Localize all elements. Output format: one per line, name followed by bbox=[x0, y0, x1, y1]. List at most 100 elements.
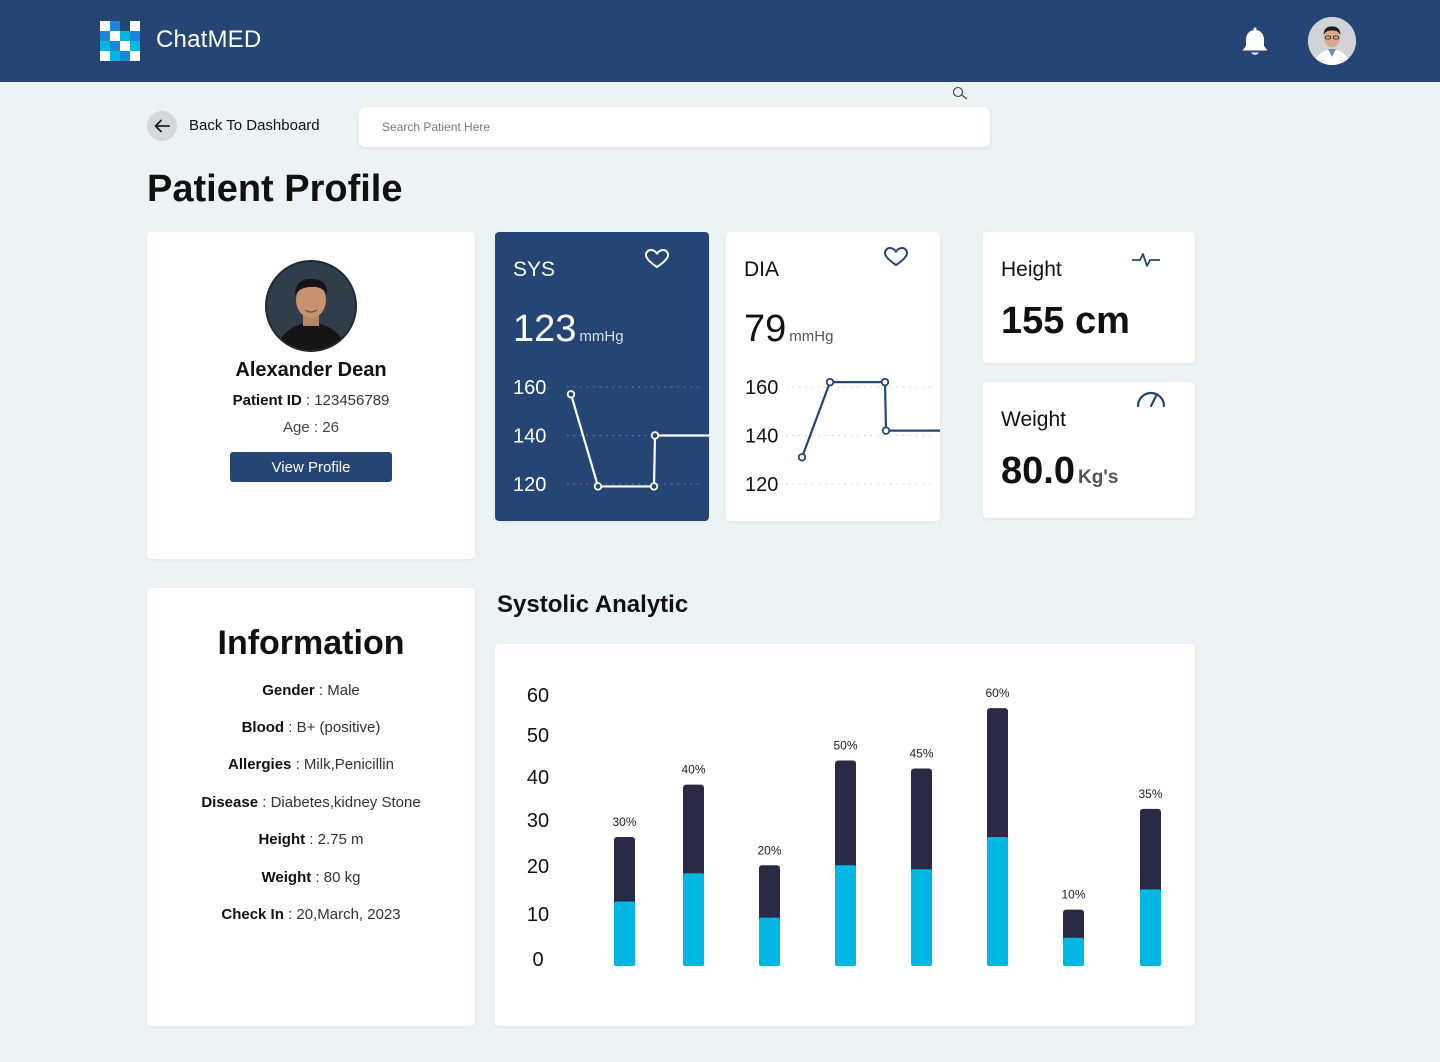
mini-chart-line bbox=[569, 393, 709, 488]
info-key: Weight bbox=[261, 869, 312, 886]
heart-icon bbox=[644, 248, 670, 269]
bar-data-label: 30% bbox=[612, 815, 636, 829]
bar-upper-segment bbox=[835, 760, 856, 870]
weight-value-number: 80.0 bbox=[1001, 450, 1075, 492]
pulse-icon bbox=[1132, 253, 1160, 267]
bar-data-label: 20% bbox=[757, 843, 781, 857]
bar-lower-segment bbox=[835, 865, 856, 966]
gauge-icon bbox=[1136, 391, 1166, 408]
info-key: Gender bbox=[262, 682, 315, 699]
info-value: 2.75 m bbox=[317, 831, 364, 848]
info-row-allergies: Allergies : Milk,Penicillin bbox=[228, 756, 394, 773]
info-row-height: Height : 2.75 m bbox=[258, 831, 364, 848]
info-value: Male bbox=[327, 682, 360, 699]
mini-chart-point bbox=[825, 377, 835, 387]
information-title: Information bbox=[217, 624, 405, 662]
y-tick-label: 20 bbox=[527, 856, 549, 878]
systolic-analytic-title: Systolic Analytic bbox=[497, 591, 689, 618]
bar-upper-segment bbox=[759, 865, 780, 922]
user-avatar[interactable] bbox=[1308, 17, 1356, 65]
patient-avatar-image bbox=[267, 262, 355, 350]
bell-icon[interactable] bbox=[1238, 26, 1272, 60]
weight-label: Weight bbox=[1001, 408, 1066, 431]
mini-chart-tick-label: 120 bbox=[745, 474, 778, 496]
weight-card: Weight 80.0 Kg's bbox=[983, 382, 1195, 518]
dia-card: DIA 79 mmHg 160 140 120 bbox=[726, 232, 940, 521]
height-card: Height 155 cm bbox=[983, 232, 1195, 363]
profile-card: Alexander Dean Patient ID : 123456789 Ag… bbox=[147, 232, 475, 559]
info-value: Diabetes,kidney Stone bbox=[270, 794, 421, 811]
mini-chart-tick-label: 160 bbox=[745, 377, 778, 399]
information-card: Information Gender : Male Blood : B+ (po… bbox=[147, 588, 475, 1026]
bar-lower-segment bbox=[911, 869, 932, 966]
patient-age-key: Age bbox=[283, 419, 310, 436]
weight-value: 80.0 Kg's bbox=[1001, 450, 1118, 493]
sys-value-number: 123 bbox=[513, 308, 577, 350]
mini-chart-point bbox=[650, 431, 660, 440]
patient-name: Alexander Dean bbox=[235, 359, 387, 381]
page-title: Patient Profile bbox=[147, 168, 403, 210]
patient-id-key: Patient ID bbox=[232, 392, 302, 409]
heart-icon bbox=[883, 246, 909, 267]
bar-data-label: 50% bbox=[833, 738, 857, 752]
bar-lower-segment bbox=[1063, 937, 1084, 966]
patient-age: Age : 26 bbox=[283, 419, 339, 436]
dia-value: 79 mmHg bbox=[744, 308, 833, 351]
info-key: Blood bbox=[241, 719, 285, 736]
top-bar: ChatMED bbox=[0, 0, 1440, 82]
brand-name: ChatMED bbox=[156, 26, 262, 53]
dia-label: DIA bbox=[744, 258, 780, 281]
mini-chart-point bbox=[797, 453, 807, 462]
bar-data-label: 35% bbox=[1138, 787, 1162, 801]
info-row-disease: Disease : Diabetes,kidney Stone bbox=[201, 794, 421, 811]
y-tick-label: 40 bbox=[527, 767, 549, 789]
back-to-dashboard-link[interactable]: Back To Dashboard bbox=[189, 117, 320, 134]
mini-chart-point bbox=[881, 426, 891, 435]
search-input[interactable] bbox=[359, 107, 990, 147]
info-value: 20,March, 2023 bbox=[296, 906, 401, 923]
sys-label: SYS bbox=[513, 258, 556, 281]
back-button[interactable] bbox=[147, 111, 177, 141]
bar-upper-segment bbox=[1140, 808, 1161, 894]
mini-chart-point bbox=[649, 482, 659, 491]
dia-mini-chart: 160 140 120 bbox=[745, 377, 940, 496]
bar-upper-segment bbox=[683, 784, 704, 878]
user-avatar-image bbox=[1308, 17, 1356, 65]
bar-lower-segment bbox=[987, 837, 1008, 966]
bar-data-label: 40% bbox=[681, 763, 705, 777]
search-icon[interactable] bbox=[951, 86, 971, 102]
mini-chart-tick-label: 140 bbox=[513, 426, 546, 448]
sys-card: SYS 123 mmHg 160 140 120 bbox=[495, 232, 709, 521]
info-key: Allergies bbox=[228, 756, 292, 773]
bar-upper-segment bbox=[1063, 909, 1084, 942]
y-tick-label: 60 bbox=[527, 685, 549, 707]
height-value: 155 cm bbox=[1001, 300, 1130, 342]
bar-lower-segment bbox=[614, 901, 635, 966]
y-tick-label: 50 bbox=[527, 725, 549, 747]
view-profile-button[interactable]: View Profile bbox=[230, 452, 392, 482]
y-tick-label: 0 bbox=[532, 949, 543, 971]
mini-chart-tick-label: 160 bbox=[513, 377, 546, 399]
info-value: 80 kg bbox=[323, 869, 361, 886]
systolic-analytic-card: 60 50 40 30 20 10 0 30% 40% 20% 50% 45% 60% 10% 35% bbox=[495, 644, 1195, 1026]
arrow-left-icon bbox=[154, 119, 170, 133]
mini-chart-tick-label: 120 bbox=[513, 474, 546, 496]
info-row-check-in: Check In : 20,March, 2023 bbox=[221, 906, 401, 923]
logo-icon[interactable] bbox=[100, 21, 140, 61]
mini-chart-line bbox=[800, 381, 940, 458]
info-key: Height bbox=[258, 831, 306, 848]
y-tick-label: 10 bbox=[527, 904, 549, 926]
y-tick-label: 30 bbox=[527, 810, 549, 832]
sys-value: 123 mmHg bbox=[513, 308, 624, 351]
bar-data-label: 60% bbox=[985, 686, 1009, 700]
sys-unit: mmHg bbox=[579, 328, 624, 345]
info-row-weight: Weight : 80 kg bbox=[261, 869, 361, 886]
bar-data-label: 10% bbox=[1061, 888, 1085, 902]
mini-chart-point bbox=[566, 390, 576, 399]
bar-lower-segment bbox=[683, 873, 704, 966]
info-row-blood: Blood : B+ (positive) bbox=[241, 719, 381, 736]
bar-data-label: 45% bbox=[909, 747, 933, 761]
info-row-gender: Gender : Male bbox=[262, 682, 360, 699]
info-key: Disease bbox=[201, 794, 259, 811]
patient-id: Patient ID : 123456789 bbox=[232, 392, 390, 409]
